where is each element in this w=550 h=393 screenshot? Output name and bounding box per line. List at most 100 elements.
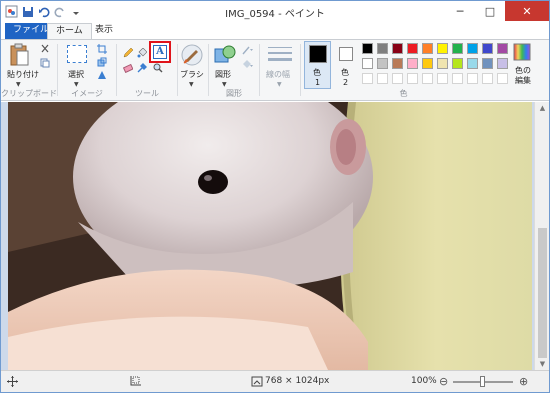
palette-swatch[interactable] [392, 43, 403, 54]
paint-window: IMG_0594 - ペイント ─ □ ✕ ファイル ホーム 表示 貼り付け ▼ [0, 0, 550, 393]
color-1-button[interactable]: 色 1 [304, 41, 331, 89]
scroll-up-icon[interactable]: ▲ [535, 102, 549, 114]
palette-swatch[interactable] [362, 43, 373, 54]
vertical-scrollbar[interactable]: ▲ ▼ [534, 102, 549, 370]
outline-icon[interactable] [242, 45, 253, 55]
color-2-label: 色 [341, 68, 349, 77]
palette-custom-slot[interactable] [407, 73, 418, 84]
ribbon-tabs: ファイル ホーム 表示 [1, 23, 549, 40]
canvas-area[interactable]: ▲ ▼ [1, 102, 549, 370]
brushes-dropdown-icon[interactable]: ▼ [189, 81, 194, 88]
scroll-down-icon[interactable]: ▼ [535, 358, 549, 370]
clipboard-group-label: クリップボード [1, 89, 57, 98]
palette-custom-slot[interactable] [467, 73, 478, 84]
palette-swatch[interactable] [482, 58, 493, 69]
tab-view[interactable]: 表示 [87, 23, 121, 39]
crop-icon[interactable] [97, 44, 107, 54]
palette-swatch[interactable] [362, 58, 373, 69]
palette-swatch[interactable] [377, 58, 388, 69]
clipboard-icon [10, 43, 29, 66]
brushes-group: ブラシ ▼ [178, 40, 208, 100]
palette-swatch[interactable] [467, 58, 478, 69]
select-label[interactable]: 選択 [68, 69, 84, 80]
cut-icon[interactable] [40, 44, 50, 54]
edit-colors-icon[interactable] [513, 43, 531, 64]
edit-colors-label[interactable]: 色の編集 [512, 66, 534, 86]
color-picker-icon[interactable] [137, 63, 147, 73]
palette-swatch[interactable] [407, 43, 418, 54]
clipboard-group: 貼り付け ▼ クリップボード [1, 40, 57, 100]
status-bar: 768 × 1024px 100% ⊖ ⊕ [1, 370, 549, 392]
color-1-label: 色 [313, 68, 321, 77]
color-2-button[interactable]: 色 2 [333, 41, 358, 89]
pencil-icon[interactable] [123, 47, 134, 58]
color-2-swatch [339, 47, 353, 61]
zoom-in-icon[interactable]: ⊕ [519, 375, 528, 388]
line-width-label[interactable]: 線の幅 [266, 69, 290, 80]
color-2-number: 2 [343, 78, 349, 87]
palette-swatch[interactable] [437, 43, 448, 54]
palette-swatch[interactable] [482, 43, 493, 54]
title-bar: IMG_0594 - ペイント ─ □ ✕ [1, 1, 549, 23]
palette-custom-slot[interactable] [437, 73, 448, 84]
shapes-dropdown-icon[interactable]: ▼ [222, 81, 227, 88]
palette-swatch[interactable] [407, 58, 418, 69]
text-tool-button[interactable]: A [149, 41, 171, 63]
palette-swatch[interactable] [467, 43, 478, 54]
palette-custom-slot[interactable] [482, 73, 493, 84]
color-1-number: 1 [315, 78, 321, 87]
resize-icon[interactable] [97, 57, 107, 67]
palette-swatch[interactable] [422, 58, 433, 69]
window-controls: ─ □ ✕ [445, 1, 549, 21]
fill-shape-icon[interactable] [242, 59, 253, 69]
shapes-group: 図形 ▼ 図形 [209, 40, 259, 100]
zoom-level-text: 100% [411, 376, 437, 386]
palette-swatch[interactable] [497, 43, 508, 54]
palette-custom-slot[interactable] [452, 73, 463, 84]
zoom-out-icon[interactable]: ⊖ [439, 375, 448, 388]
select-dropdown-icon[interactable]: ▼ [74, 81, 79, 88]
line-width-icon[interactable] [268, 45, 292, 68]
rotate-icon[interactable] [97, 70, 107, 80]
colors-group-label: 色 [399, 89, 408, 98]
palette-custom-slot[interactable] [362, 73, 373, 84]
minimize-button[interactable]: ─ [445, 1, 475, 21]
scrollbar-thumb[interactable] [538, 228, 547, 358]
tab-home[interactable]: ホーム [47, 23, 92, 40]
close-button[interactable]: ✕ [505, 1, 549, 21]
fill-icon[interactable] [137, 47, 148, 58]
copy-icon[interactable] [40, 58, 50, 68]
palette-swatch[interactable] [392, 58, 403, 69]
palette-swatch[interactable] [377, 43, 388, 54]
select-icon[interactable] [67, 45, 87, 63]
paste-label[interactable]: 貼り付け [7, 69, 39, 80]
selection-size-icon [129, 376, 141, 390]
brush-icon[interactable] [181, 44, 203, 69]
color-1-swatch [309, 45, 327, 63]
palette-custom-slot[interactable] [422, 73, 433, 84]
colors-group: 色 1 色 2 色の編集 色 [301, 40, 549, 100]
image-group-label: イメージ [71, 89, 103, 98]
text-icon: A [153, 45, 167, 59]
palette-swatch[interactable] [437, 58, 448, 69]
line-width-dropdown-icon[interactable]: ▼ [277, 81, 282, 88]
palette-custom-slot[interactable] [392, 73, 403, 84]
image-size-text: 768 × 1024px [265, 376, 330, 386]
palette-swatch[interactable] [452, 58, 463, 69]
paste-dropdown-icon[interactable]: ▼ [16, 81, 21, 88]
image-group: 選択 ▼ イメージ [58, 40, 116, 100]
palette-swatch[interactable] [422, 43, 433, 54]
zoom-slider-thumb[interactable] [480, 376, 485, 387]
palette-swatch[interactable] [497, 58, 508, 69]
magnifier-icon[interactable] [153, 63, 163, 73]
maximize-button[interactable]: □ [475, 1, 505, 21]
shapes-label[interactable]: 図形 [215, 69, 231, 80]
palette-custom-slot[interactable] [377, 73, 388, 84]
palette-custom-slot[interactable] [497, 73, 508, 84]
paste-button[interactable] [9, 43, 31, 70]
canvas-image[interactable] [8, 102, 532, 370]
palette-swatch[interactable] [452, 43, 463, 54]
shapes-icon[interactable] [214, 44, 236, 69]
brushes-label[interactable]: ブラシ [180, 69, 204, 80]
eraser-icon[interactable] [122, 63, 134, 74]
